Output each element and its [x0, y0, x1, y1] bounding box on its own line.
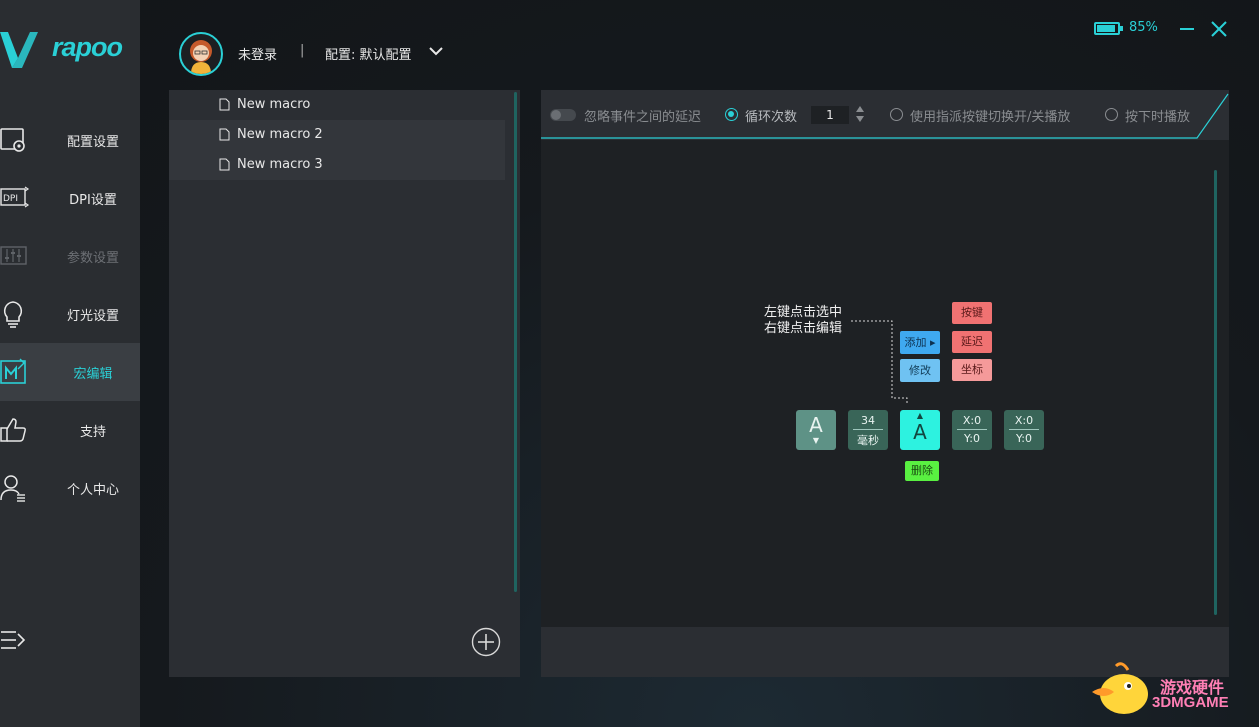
- macro-coord-event: X:0 Y:0: [952, 410, 992, 450]
- dpi-icon: DPI: [0, 186, 30, 208]
- sliders-icon: [0, 246, 27, 265]
- macro-icon: [0, 358, 26, 384]
- sidebar-nav: 配置设置 DPI DPI设置 参数设置 灯光设置 宏编辑 支持 个人中心: [0, 111, 140, 517]
- collapse-menu-icon[interactable]: [0, 628, 30, 654]
- thumbs-up-icon: [0, 418, 26, 442]
- tutorial-coord-option: 坐标: [952, 359, 992, 381]
- sidebar-item-label: 配置设置: [66, 134, 119, 150]
- macro-list-scrollbar[interactable]: [514, 92, 517, 592]
- macro-list-item[interactable]: New macro: [169, 90, 505, 120]
- sidebar-item-lighting[interactable]: 灯光设置: [0, 285, 140, 343]
- macro-key-event: A ▼: [796, 410, 836, 450]
- macro-delay-event: 34 毫秒: [848, 410, 888, 450]
- header: 未登录 | 配置: 默认配置: [176, 30, 476, 76]
- macro-name: New macro 2: [237, 127, 323, 142]
- file-icon: [219, 98, 230, 111]
- watermark: 游戏硬件 3DMGAME: [1088, 660, 1248, 720]
- sidebar-item-label: 支持: [79, 424, 106, 440]
- sidebar-item-macro[interactable]: 宏编辑: [0, 343, 140, 401]
- profile-selector[interactable]: 配置: 默认配置: [325, 44, 412, 63]
- minimize-button[interactable]: [1178, 20, 1196, 38]
- app-window: rapoo 配置设置 DPI DPI设置 参数设置 灯光设置 宏编辑 支持 个人…: [0, 0, 1259, 727]
- macro-list-item[interactable]: New macro 2: [169, 120, 505, 150]
- sidebar-item-label: DPI设置: [69, 192, 117, 208]
- ignore-delay-toggle[interactable]: [550, 109, 576, 121]
- tutorial-key-option: 按键: [952, 302, 992, 324]
- hint-right-click: 右键点击编辑: [764, 321, 843, 336]
- tutorial-delete-button: 删除: [905, 461, 939, 481]
- sidebar-item-label: 灯光设置: [66, 308, 119, 324]
- toggle-play-label: 使用指派按键切换开/关播放: [910, 110, 1071, 125]
- svg-text:DPI: DPI: [3, 194, 18, 204]
- sidebar-item-label: 个人中心: [66, 482, 119, 498]
- loop-count-stepper-icon[interactable]: [855, 104, 865, 124]
- battery-icon: [1094, 22, 1123, 35]
- playback-toolbar: 忽略事件之间的延迟 循环次数 使用指派按键切换开/关播放 按下时播放: [541, 90, 1229, 140]
- brand-logo: rapoo: [0, 28, 140, 72]
- sidebar-item-params[interactable]: 参数设置: [0, 227, 140, 285]
- ignore-delay-label: 忽略事件之间的延迟: [584, 110, 702, 125]
- v-logo-icon: [0, 32, 38, 68]
- close-button[interactable]: [1210, 20, 1228, 38]
- toggle-play-radio[interactable]: [890, 108, 903, 121]
- user-icon: [0, 475, 25, 502]
- chevron-down-icon[interactable]: [428, 45, 444, 57]
- loop-count-radio[interactable]: [725, 108, 738, 121]
- loop-count-label: 循环次数: [745, 110, 798, 125]
- avatar-icon: [190, 40, 212, 74]
- sidebar-item-config[interactable]: 配置设置: [0, 111, 140, 169]
- canvas-scrollbar[interactable]: [1214, 170, 1217, 615]
- avatar[interactable]: [179, 32, 223, 76]
- hint-left-click: 左键点击选中: [764, 305, 843, 320]
- key-down-arrow-icon: ▼: [812, 436, 820, 445]
- tutorial-delay-option: 延迟: [952, 331, 992, 353]
- file-icon: [219, 128, 230, 141]
- login-status[interactable]: 未登录: [238, 44, 277, 63]
- brand-wordmark: rapoo: [52, 32, 123, 62]
- tutorial-modify-menu: 修改: [900, 359, 940, 382]
- header-separator: |: [300, 43, 305, 58]
- tutorial-add-menu: 添加 ▸: [900, 331, 940, 354]
- hold-play-label: 按下时播放: [1125, 110, 1191, 125]
- macro-selected-event: ▲ A: [900, 410, 940, 450]
- sidebar-item-label: 宏编辑: [73, 366, 113, 382]
- loop-count-input[interactable]: [811, 106, 849, 124]
- bulb-icon: [3, 301, 23, 328]
- macro-coord-event: X:0 Y:0: [1004, 410, 1044, 450]
- battery-level: 85%: [1129, 20, 1158, 35]
- hold-play-radio[interactable]: [1105, 108, 1118, 121]
- macro-name: New macro: [237, 97, 311, 112]
- macro-name: New macro 3: [237, 157, 323, 172]
- config-icon: [0, 128, 25, 152]
- add-macro-button[interactable]: [471, 627, 501, 657]
- sidebar: rapoo 配置设置 DPI DPI设置 参数设置 灯光设置 宏编辑 支持 个人…: [0, 0, 140, 727]
- watermark-en: 3DMGAME: [1152, 694, 1229, 711]
- sidebar-item-dpi[interactable]: DPI DPI设置: [0, 169, 140, 227]
- key-up-arrow-icon: ▲: [916, 411, 924, 420]
- duck-mascot-icon: [1092, 662, 1148, 714]
- sidebar-item-support[interactable]: 支持: [0, 401, 140, 459]
- file-icon: [219, 158, 230, 171]
- sidebar-item-label: 参数设置: [66, 250, 119, 266]
- macro-list-item[interactable]: New macro 3: [169, 150, 505, 180]
- sidebar-item-profile[interactable]: 个人中心: [0, 459, 140, 517]
- macro-list-panel: New macro New macro 2 New macro 3: [169, 90, 520, 677]
